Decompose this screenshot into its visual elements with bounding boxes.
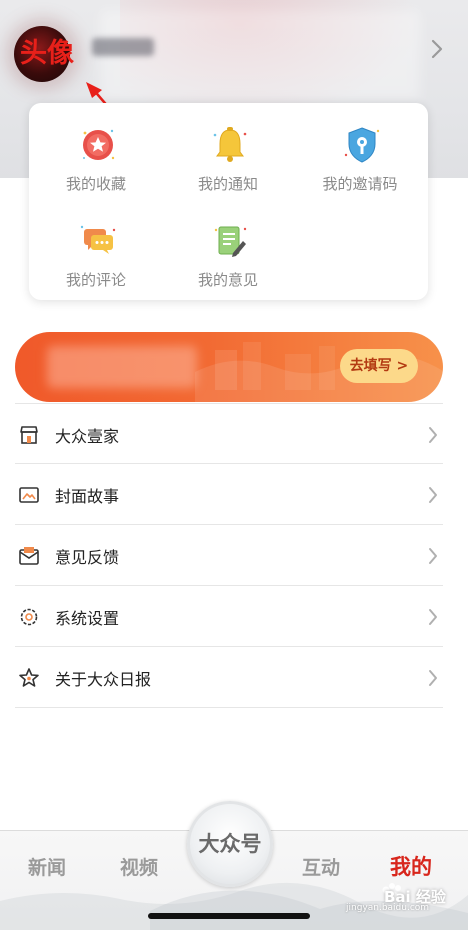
tab-news[interactable]: 新闻 bbox=[28, 853, 66, 880]
chevron-right-icon bbox=[429, 487, 437, 503]
settings-menu: 大众壹家 封面故事 意见反馈 系统设置 关于大众日报 bbox=[15, 403, 443, 708]
storefront-icon bbox=[20, 426, 38, 444]
bell-icon bbox=[213, 127, 247, 162]
menu-label: 意见反馈 bbox=[55, 548, 120, 567]
favorite-badge-icon bbox=[83, 129, 115, 160]
shield-key-icon bbox=[344, 127, 380, 163]
fill-in-button[interactable]: 去填写 > bbox=[340, 349, 418, 383]
star-icon bbox=[19, 668, 39, 687]
menu-item-system-settings[interactable]: 系统设置 bbox=[15, 586, 443, 647]
chevron-right-icon bbox=[429, 670, 437, 686]
tab-video[interactable]: 视频 bbox=[120, 853, 158, 880]
menu-label: 系统设置 bbox=[55, 609, 120, 628]
note-pencil-icon bbox=[214, 226, 247, 257]
menu-item-dazhong-yijia[interactable]: 大众壹家 bbox=[15, 403, 443, 464]
chevron-right-icon[interactable] bbox=[428, 38, 446, 60]
picture-icon bbox=[19, 487, 39, 503]
menu-item-cover-story[interactable]: 封面故事 bbox=[15, 464, 443, 525]
chevron-right-icon bbox=[429, 427, 437, 443]
quick-label: 我的通知 bbox=[197, 175, 258, 193]
quick-item-favorites[interactable]: 我的收藏 bbox=[41, 125, 151, 205]
home-indicator[interactable] bbox=[148, 913, 310, 919]
envelope-icon bbox=[19, 547, 39, 565]
quick-label: 我的邀请码 bbox=[322, 175, 398, 193]
banner-text-redacted bbox=[47, 346, 197, 388]
menu-label: 大众壹家 bbox=[55, 427, 120, 446]
quick-label: 我的收藏 bbox=[65, 175, 126, 193]
watermark-url: jingyan.baidu.com bbox=[346, 903, 430, 913]
menu-item-feedback[interactable]: 意见反馈 bbox=[15, 525, 443, 586]
quick-actions-card: 我的收藏 我的通知 我的邀请码 我的评论 我的意见 bbox=[29, 103, 428, 300]
quick-item-opinions[interactable]: 我的意见 bbox=[173, 221, 283, 301]
quick-item-invite-code[interactable]: 我的邀请码 bbox=[305, 125, 415, 205]
quick-item-comments[interactable]: 我的评论 bbox=[41, 221, 151, 301]
username-redacted[interactable] bbox=[92, 38, 154, 56]
tab-dazhonghao-label: 大众号 bbox=[198, 832, 262, 856]
quick-item-notifications[interactable]: 我的通知 bbox=[173, 125, 283, 205]
gear-icon bbox=[20, 608, 38, 626]
menu-item-about[interactable]: 关于大众日报 bbox=[15, 647, 443, 708]
tab-dazhonghao[interactable]: 大众号 bbox=[187, 801, 273, 887]
menu-label: 封面故事 bbox=[55, 487, 120, 506]
quick-label: 我的意见 bbox=[197, 271, 258, 289]
chevron-right-icon bbox=[429, 548, 437, 564]
comment-bubble-icon bbox=[80, 225, 116, 254]
menu-label: 关于大众日报 bbox=[55, 670, 152, 689]
quick-label: 我的评论 bbox=[65, 271, 126, 289]
annotation-label: 头像 bbox=[20, 38, 74, 69]
chevron-right-icon bbox=[429, 609, 437, 625]
